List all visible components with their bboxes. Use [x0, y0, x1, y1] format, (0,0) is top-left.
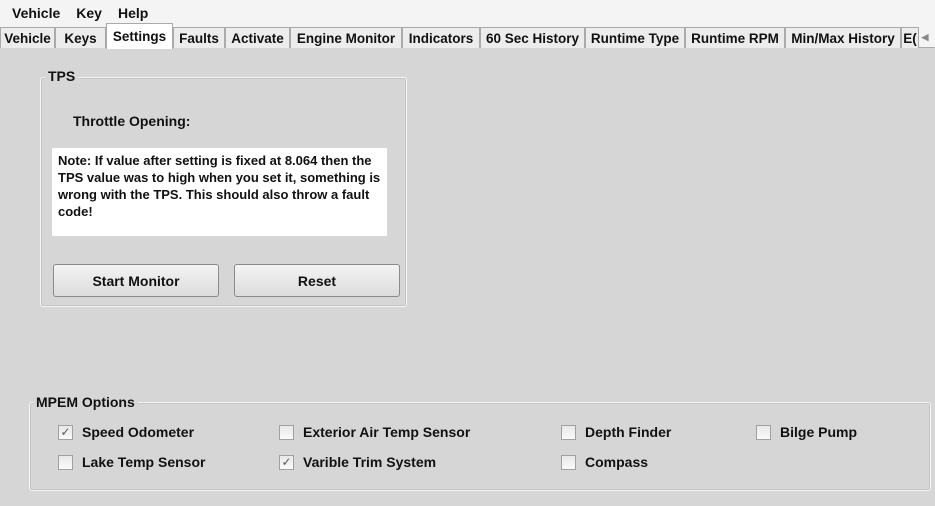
option-label: Lake Temp Sensor	[82, 454, 206, 470]
menu-help[interactable]: Help	[110, 5, 156, 21]
tab-runtime-type[interactable]: Runtime Type	[585, 27, 685, 48]
tab-indicators[interactable]: Indicators	[402, 27, 480, 48]
reset-button[interactable]: Reset	[234, 264, 400, 297]
menu-key[interactable]: Key	[68, 5, 110, 21]
option-label: Compass	[585, 454, 649, 470]
menu-vehicle[interactable]: Vehicle	[4, 5, 68, 21]
checkbox[interactable]	[756, 424, 771, 440]
option-compass[interactable]: Compass	[561, 454, 648, 470]
option-bilge-pump[interactable]: Bilge Pump	[756, 424, 857, 440]
tab-vehicle[interactable]: Vehicle	[0, 27, 55, 48]
tab-scroll-left-icon[interactable]: ◀	[917, 29, 933, 46]
mpem-options-group	[29, 402, 931, 491]
mpem-options-title: MPEM Options	[33, 394, 138, 410]
option-label: Speed Odometer	[82, 424, 195, 440]
tab-activate[interactable]: Activate	[225, 27, 290, 48]
option-lake-temp-sensor[interactable]: Lake Temp Sensor	[58, 454, 205, 470]
tab-keys[interactable]: Keys	[55, 27, 106, 48]
tps-group-title: TPS	[45, 68, 79, 84]
option-exterior-air-temp-sensor[interactable]: Exterior Air Temp Sensor	[279, 424, 470, 440]
throttle-opening-label: Throttle Opening:	[73, 113, 191, 129]
tab-runtime-rpm[interactable]: Runtime RPM	[685, 27, 785, 48]
option-speed-odometer[interactable]: ✓ Speed Odometer	[58, 424, 194, 440]
tab-faults[interactable]: Faults	[173, 27, 225, 48]
checkbox[interactable]: ✓	[279, 454, 294, 470]
checkbox[interactable]	[58, 454, 73, 470]
checkbox[interactable]: ✓	[58, 424, 73, 440]
option-label: Depth Finder	[585, 424, 672, 440]
checkbox[interactable]	[561, 424, 576, 440]
start-monitor-button[interactable]: Start Monitor	[53, 264, 219, 297]
tab-60-sec-history[interactable]: 60 Sec History	[480, 27, 585, 48]
tab-min-max-history[interactable]: Min/Max History	[785, 27, 901, 48]
option-varible-trim-system[interactable]: ✓ Varible Trim System	[279, 454, 436, 470]
tps-note-text: Note: If value after setting is fixed at…	[52, 148, 387, 236]
option-depth-finder[interactable]: Depth Finder	[561, 424, 671, 440]
option-label: Bilge Pump	[780, 424, 858, 440]
checkbox[interactable]	[279, 424, 294, 440]
checkbox[interactable]	[561, 454, 576, 470]
option-label: Exterior Air Temp Sensor	[303, 424, 471, 440]
option-label: Varible Trim System	[303, 454, 437, 470]
tab-settings[interactable]: Settings	[106, 23, 173, 49]
menu-bar: Vehicle Key Help	[0, 0, 935, 25]
tab-strip: E(Min/Max History Runtime RPM Runtime Type…	[0, 23, 935, 49]
tab-engine-monitor[interactable]: Engine Monitor	[290, 27, 402, 48]
